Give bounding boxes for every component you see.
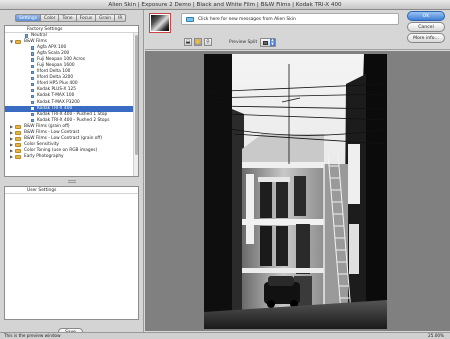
tree-folder[interactable]: ▶ Early Photography	[5, 154, 138, 160]
window-title: Alien Skin | Exposure 2 Demo | Black and…	[0, 0, 450, 10]
navigator-thumbnail[interactable]	[149, 13, 171, 33]
setting-icon	[31, 100, 34, 105]
message-icon	[186, 17, 194, 22]
hand-tool-icon[interactable]: ✋	[194, 38, 202, 46]
user-settings-panel: User Settings	[4, 186, 139, 320]
status-bar: This is the preview window 25.00%	[0, 332, 450, 339]
setting-icon	[31, 70, 34, 75]
disclosure-closed-icon[interactable]: ▶	[9, 154, 14, 160]
preview-window[interactable]	[145, 51, 450, 331]
tab-grain[interactable]: Grain	[96, 14, 116, 22]
tab-bar: Settings Color Tone Focus Grain IR	[15, 14, 127, 22]
setting-icon	[31, 64, 34, 69]
ok-button[interactable]: OK	[407, 11, 445, 21]
zoom-tool-icon[interactable]: ⚲	[204, 38, 212, 46]
left-panel: Settings Color Tone Focus Grain IR Factory Se…	[0, 10, 144, 336]
panel-splitter-handle[interactable]	[68, 180, 76, 183]
cancel-button[interactable]: Cancel	[407, 22, 445, 32]
messages-bar[interactable]: Click here for new messages from Alien S…	[181, 13, 399, 25]
setting-icon	[31, 94, 34, 99]
tree-scrollbar-thumb[interactable]	[135, 35, 138, 155]
factory-settings-panel: Factory Settings Neutral ▼ B&W Films Agfa A…	[4, 25, 139, 177]
setting-icon	[31, 106, 34, 111]
setting-icon	[31, 58, 34, 62]
split-view-tool-icon[interactable]: ⬓	[184, 38, 192, 46]
settings-tree: Neutral ▼ B&W Films Agfa APX 100 Agfa Scala …	[5, 33, 138, 160]
setting-icon	[31, 76, 34, 81]
preview-photo[interactable]	[204, 54, 387, 329]
setting-icon	[31, 118, 34, 123]
tab-settings[interactable]: Settings	[15, 14, 42, 22]
victorian-house-photo	[204, 54, 387, 329]
setting-icon	[25, 34, 28, 38]
folder-icon	[15, 130, 21, 135]
folder-icon	[15, 148, 21, 153]
tab-color[interactable]: Color	[41, 14, 60, 22]
setting-icon	[31, 88, 34, 93]
split-mode-icon	[263, 41, 268, 45]
more-info-button[interactable]: More info...	[407, 33, 445, 43]
tab-ir[interactable]: IR	[115, 14, 127, 22]
preview-split-select[interactable]: ▲ ▼	[260, 38, 276, 47]
navigator-thumbnail-image	[151, 15, 169, 31]
zoom-level: 25.00%	[428, 333, 444, 338]
factory-settings-header: Factory Settings	[5, 26, 138, 33]
folder-icon	[15, 136, 21, 141]
messages-text: Click here for new messages from Alien S…	[198, 17, 296, 22]
folder-icon	[15, 40, 21, 45]
tree-scrollbar[interactable]	[133, 33, 138, 176]
tab-tone[interactable]: Tone	[59, 14, 77, 22]
preview-toolbar: Click here for new messages from Alien S…	[145, 10, 450, 50]
setting-icon	[31, 112, 34, 117]
folder-icon	[15, 124, 21, 129]
preview-split-label: Preview Split	[229, 40, 258, 45]
user-settings-header: User Settings	[5, 187, 138, 194]
tree-item-label: Early Photography	[24, 153, 64, 159]
setting-icon	[31, 46, 34, 50]
status-message: This is the preview window	[4, 333, 61, 338]
chevron-updown-icon: ▲ ▼	[270, 38, 275, 46]
folder-icon	[15, 154, 21, 159]
folder-icon	[15, 142, 21, 147]
setting-icon	[31, 82, 34, 87]
setting-icon	[31, 52, 34, 56]
tab-focus[interactable]: Focus	[76, 14, 97, 22]
